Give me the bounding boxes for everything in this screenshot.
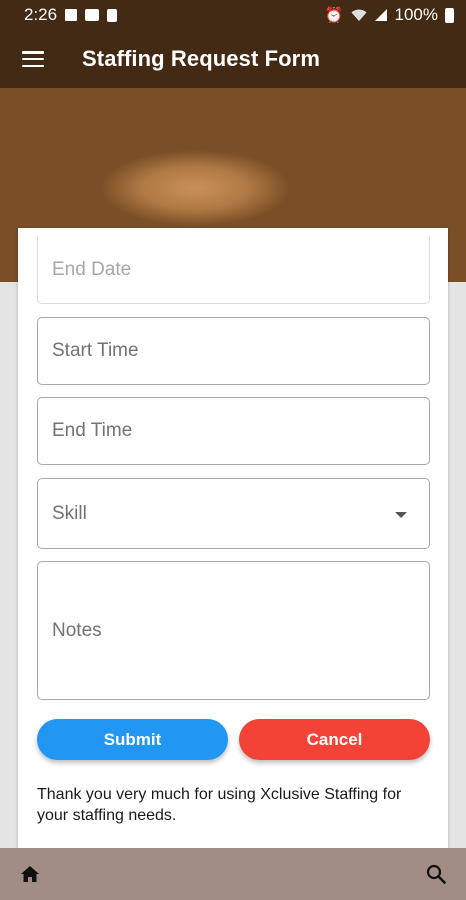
home-icon[interactable]: [18, 862, 42, 886]
end-date-field[interactable]: End Date: [37, 236, 430, 304]
sd-card-icon: [107, 8, 118, 22]
bottom-nav-bar: [0, 848, 466, 900]
start-time-field[interactable]: Start Time: [37, 317, 430, 385]
page-title: Staffing Request Form: [82, 46, 320, 71]
gallery-icon: [85, 9, 100, 21]
thank-you-message: Thank you very much for using Xclusive S…: [37, 786, 402, 824]
end-time-field[interactable]: End Time: [37, 397, 430, 465]
signal-icon: [374, 9, 387, 21]
request-form-card: End Date Start Time End Time Skill Notes…: [18, 228, 448, 850]
notification-icon: [65, 9, 78, 21]
battery-icon: [445, 7, 454, 23]
app-bar: Staffing Request Form: [0, 30, 466, 88]
wifi-icon: [351, 9, 367, 21]
dropdown-arrow-icon: [395, 511, 407, 518]
cancel-button[interactable]: Cancel: [239, 719, 430, 760]
notes-field[interactable]: Notes: [37, 561, 430, 700]
end-date-placeholder: End Date: [52, 258, 132, 280]
notes-placeholder: Notes: [52, 619, 102, 641]
hamburger-menu-icon[interactable]: [22, 51, 44, 67]
status-time: 2:26: [24, 5, 58, 24]
status-bar: 2:26 ⏰ 100%: [0, 0, 466, 30]
submit-button[interactable]: Submit: [37, 719, 228, 760]
alarm-icon: ⏰: [324, 7, 344, 24]
skill-placeholder: Skill: [52, 502, 87, 524]
skill-dropdown[interactable]: Skill: [37, 478, 430, 549]
search-icon[interactable]: [424, 862, 448, 886]
end-time-placeholder: End Time: [52, 420, 133, 441]
start-time-placeholder: Start Time: [52, 340, 139, 361]
battery-percent: 100%: [394, 5, 438, 24]
